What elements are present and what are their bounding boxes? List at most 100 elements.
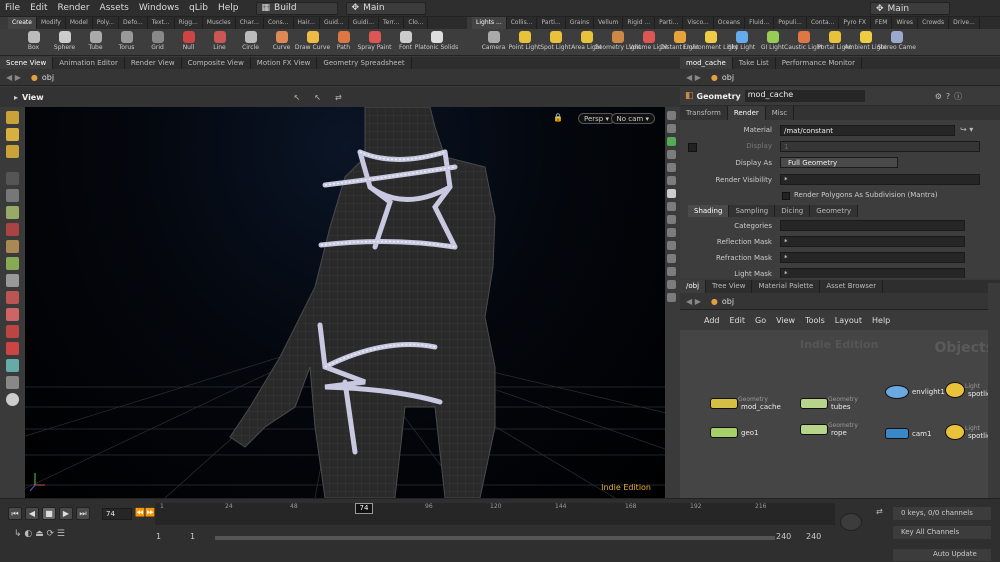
shelf-tool[interactable]: Platonic Solids	[415, 29, 458, 55]
shelf-tab[interactable]: Rigid ...	[623, 17, 656, 29]
shelf-tab[interactable]: Poly...	[93, 17, 120, 29]
shelf-tab[interactable]: Conta...	[807, 17, 840, 29]
shaded-icon[interactable]	[667, 137, 676, 146]
param-subtab[interactable]: Transform	[680, 106, 728, 120]
shelf-tool[interactable]: Line	[204, 29, 235, 55]
context-dropdown[interactable]: ✥ Main	[345, 1, 426, 15]
normals-icon[interactable]	[667, 176, 676, 185]
help-icon[interactable]: ?	[946, 92, 950, 101]
node-geo1[interactable]: geo1	[710, 427, 759, 438]
network-tab[interactable]: Tree View	[706, 280, 753, 293]
net-path-obj[interactable]: obj	[722, 297, 734, 306]
3d-viewport[interactable]: Persp ▾ No cam ▾ 🔒 Indie Edition	[25, 107, 665, 498]
render-region-icon[interactable]	[667, 280, 676, 289]
shelf-tab[interactable]: Drive...	[949, 17, 980, 29]
shelf-tool[interactable]: Camera	[478, 29, 509, 55]
shelf-tool[interactable]: Ambient Light	[844, 29, 887, 55]
display-icon[interactable]	[6, 393, 19, 406]
go-end-icon[interactable]: ⏭	[76, 507, 90, 520]
shelf-tab[interactable]: Populi...	[774, 17, 807, 29]
shelf-tool[interactable]: Font	[390, 29, 421, 55]
shelf-tab[interactable]: Create	[8, 17, 37, 29]
shelf-tool[interactable]: Spray Paint	[357, 29, 392, 55]
current-frame-field[interactable]: 74	[102, 508, 132, 520]
node-envlight1[interactable]: envlight1	[885, 385, 945, 399]
auto-key-icon[interactable]	[840, 513, 862, 531]
curve-snap-icon[interactable]	[6, 257, 19, 270]
light-icon[interactable]	[667, 189, 676, 198]
wireframe-icon[interactable]	[667, 124, 676, 133]
shelf-tool[interactable]: Sky Light	[726, 29, 757, 55]
shelf-tab[interactable]: Cons...	[264, 17, 294, 29]
pane-tab[interactable]: Animation Editor	[53, 57, 125, 69]
pointer-icon[interactable]	[6, 172, 19, 185]
shelf-tab[interactable]: Text...	[148, 17, 175, 29]
camera-view-icon[interactable]	[667, 241, 676, 250]
start-frame-2[interactable]: 1	[190, 532, 195, 541]
pane-tab[interactable]: Composite View	[182, 57, 251, 69]
shelf-tool[interactable]: Null	[173, 29, 204, 55]
network-tab[interactable]: Material Palette	[752, 280, 821, 293]
shading-field[interactable]: *	[780, 268, 965, 278]
shelf-tab[interactable]: Guidi...	[349, 17, 379, 29]
material-chooser-icon[interactable]: ↪ ▾	[960, 125, 973, 134]
shelf-tool[interactable]: Distant Light	[660, 29, 699, 55]
timeline-bar[interactable]: 74 1 24 48 96 120 144 168 192 216	[155, 503, 835, 525]
shelf-tool[interactable]: Point Light	[509, 29, 540, 55]
shelf-tab[interactable]: Crowds	[918, 17, 950, 29]
pane-tab[interactable]: Scene View	[0, 57, 54, 69]
persp-dropdown[interactable]: Persp ▾	[578, 113, 615, 124]
shelf-tool[interactable]: Tube	[80, 29, 111, 55]
shelf-tool[interactable]: Environment Light	[683, 29, 738, 55]
shelf-tool[interactable]: Sphere	[49, 29, 80, 55]
shelf-tool[interactable]: Torus	[111, 29, 142, 55]
lock-camera-icon[interactable]: 🔒	[553, 113, 563, 122]
shelf-tool[interactable]: Grid	[142, 29, 173, 55]
path-obj[interactable]: obj	[42, 73, 54, 82]
shelf-tool[interactable]: Curve	[266, 29, 297, 55]
menu-render[interactable]: Render	[53, 3, 95, 13]
param-subtab[interactable]: Misc	[766, 106, 795, 120]
magnet-icon[interactable]	[6, 223, 19, 236]
shelf-tab[interactable]: Model	[66, 17, 93, 29]
shelf-tool[interactable]: Spot Light	[540, 29, 571, 55]
end-frame[interactable]: 240	[776, 532, 791, 541]
grid-icon[interactable]	[667, 228, 676, 237]
select-tool-icon[interactable]: ↖	[294, 93, 301, 102]
shelf-tab[interactable]: Pyro FX	[839, 17, 872, 29]
shading-field[interactable]: *	[780, 252, 965, 263]
end-frame-2[interactable]: 240	[806, 532, 821, 541]
shelf-tool[interactable]: Volume Light	[629, 29, 668, 55]
network-tab[interactable]: /obj	[680, 280, 707, 293]
network-menu-item[interactable]: Layout	[835, 316, 862, 325]
network-menu-item[interactable]: Go	[755, 316, 766, 325]
menu-file[interactable]: File	[0, 3, 25, 13]
labels-icon[interactable]	[667, 293, 676, 302]
primitive-icon[interactable]	[6, 291, 19, 304]
menu-windows[interactable]: Windows	[134, 3, 184, 13]
shelf-tool[interactable]: Caustic Light	[784, 29, 823, 55]
select-icon[interactable]	[6, 111, 19, 124]
info-icon[interactable]: ⓘ	[954, 91, 962, 102]
ghost-icon[interactable]	[667, 150, 676, 159]
render-tab[interactable]: Shading	[688, 205, 730, 217]
param-subtab[interactable]: Render	[727, 106, 766, 120]
snap-icon[interactable]	[6, 206, 19, 219]
render-tab[interactable]: Sampling	[729, 205, 776, 217]
shelf-tool[interactable]: Stereo Came	[877, 29, 916, 55]
subdiv-checkbox[interactable]	[782, 192, 790, 200]
shelf-tab[interactable]: Grains	[566, 17, 595, 29]
shelf-tab[interactable]: Clo...	[404, 17, 429, 29]
shelf-tab[interactable]: Oceans	[714, 17, 746, 29]
shelf-tab[interactable]: FEM	[871, 17, 893, 29]
param-path-obj[interactable]: obj	[722, 73, 734, 82]
shelf-tab[interactable]: Fluid...	[745, 17, 775, 29]
menu-assets[interactable]: Assets	[95, 3, 134, 13]
shelf-tab[interactable]: Parti...	[655, 17, 684, 29]
shelf-tool[interactable]: Circle	[235, 29, 266, 55]
camera-dropdown[interactable]: No cam ▾	[610, 113, 655, 124]
shelf-tab[interactable]: Vellum	[594, 17, 624, 29]
transform-tool-icon[interactable]: ↖	[314, 93, 321, 102]
stop-icon[interactable]: ■	[42, 507, 56, 520]
auto-update-dropdown[interactable]: Auto Update	[893, 549, 991, 561]
